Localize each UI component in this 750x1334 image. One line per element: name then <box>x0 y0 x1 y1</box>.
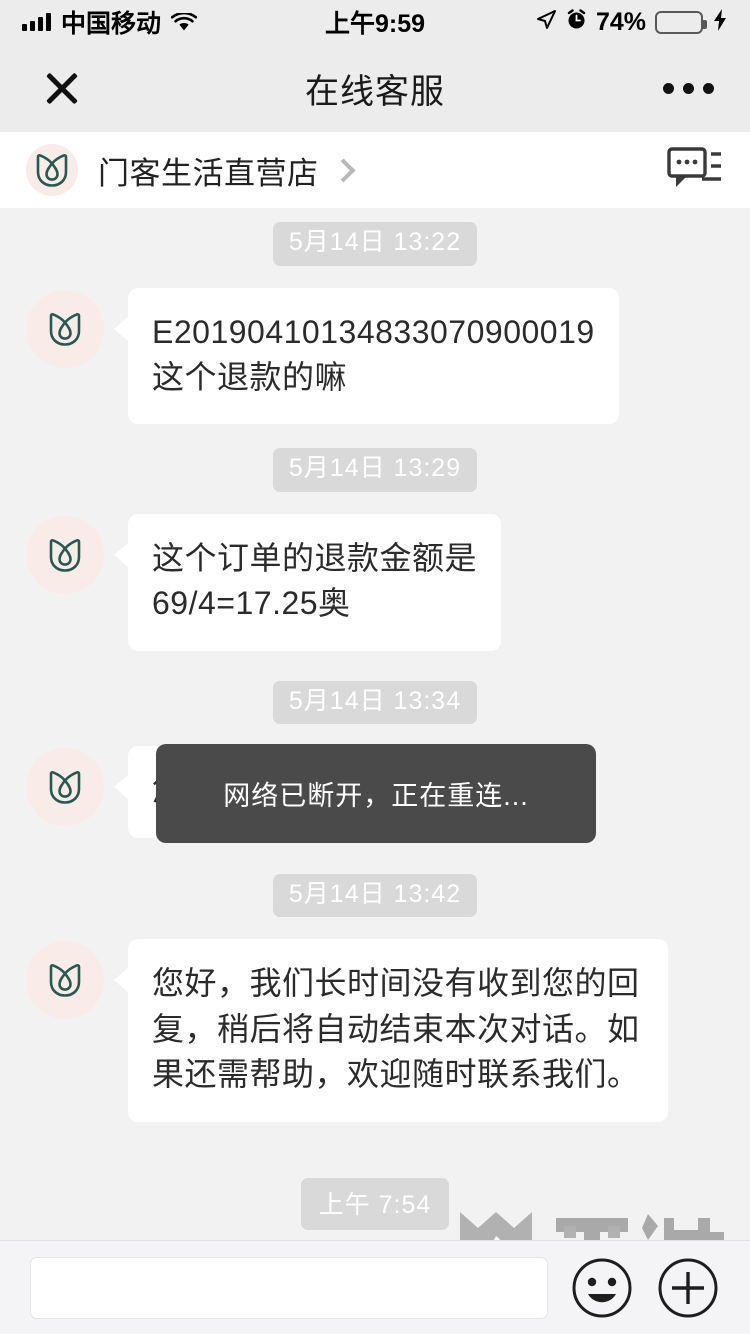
network-toast: 网络已断开，正在重连... <box>156 744 596 843</box>
message-line: 这个订单的退款金额是 <box>152 539 478 576</box>
timestamp-divider: 5月14日 13:42 <box>26 873 724 918</box>
chat-transcript-icon[interactable] <box>666 146 724 194</box>
timestamp-divider: 5月14日 13:29 <box>26 448 724 492</box>
timestamp-label: 5月14日 13:42 <box>272 873 478 918</box>
avatar <box>26 748 104 827</box>
message-row: E20190410134833070900019 这个退款的嘛 <box>26 287 724 425</box>
status-bar-center: 上午9:59 <box>325 4 425 40</box>
message-text: E20190410134833070900019 这个退款的嘛 <box>128 287 619 425</box>
shop-name-label: 门客生活直营店 <box>98 155 319 191</box>
timestamp-divider: 上午 7:54 <box>0 1178 750 1240</box>
message-line: 69/4=17.25奥 <box>152 585 351 622</box>
plus-circle-icon[interactable] <box>656 1256 720 1320</box>
timestamp-label: 5月14日 13:34 <box>272 680 478 725</box>
status-time: 上午9:59 <box>324 10 426 38</box>
status-bar-left: 中国移动 <box>22 4 325 40</box>
message-row: 这个订单的退款金额是 69/4=17.25奥 <box>26 513 724 651</box>
signal-bars-icon <box>22 13 51 31</box>
shop-logo-tulip-icon <box>26 144 78 196</box>
nav-bar: 在线客服 <box>0 44 750 132</box>
timestamp-label: 上午 7:54 <box>300 1178 450 1230</box>
carrier-label: 中国移动 <box>61 10 162 38</box>
message-row: 您好，我们长时间没有收到您的回复，稍后将自动结束本次对话。如果还需帮助，欢迎随时… <box>26 939 724 1122</box>
chat-message-list[interactable]: 5月14日 13:22 E20190410134833070900019 这个退… <box>0 208 750 1178</box>
timestamp-divider: 5月14日 13:34 <box>26 680 724 725</box>
message-line: E20190410134833070900019 <box>152 313 595 350</box>
avatar <box>26 941 104 1020</box>
status-bar-right: 74% <box>425 8 728 37</box>
avatar <box>26 515 104 594</box>
status-bar: 中国移动 上午9:59 74% <box>0 0 750 44</box>
lightning-bolt-icon <box>712 8 728 37</box>
message-text: 您好，我们长时间没有收到您的回复，稍后将自动结束本次对话。如果还需帮助，欢迎随时… <box>128 939 668 1122</box>
chevron-right-icon <box>330 157 356 183</box>
page-title: 在线客服 <box>305 72 445 111</box>
close-icon[interactable] <box>40 66 84 110</box>
smiley-face-icon[interactable] <box>570 1256 634 1320</box>
battery-percent-label: 74% <box>595 7 647 36</box>
avatar <box>26 289 104 368</box>
alarm-clock-icon <box>566 9 587 35</box>
timestamp-label: 5月14日 13:22 <box>272 222 478 266</box>
more-dots-icon[interactable] <box>663 82 714 94</box>
message-bubble[interactable]: 这个订单的退款金额是 69/4=17.25奥 <box>113 513 502 651</box>
message-input-bar <box>0 1240 750 1334</box>
message-bubble[interactable]: E20190410134833070900019 这个退款的嘛 <box>114 287 619 425</box>
location-arrow-icon <box>535 9 557 36</box>
message-text: 这个订单的退款金额是 69/4=17.25奥 <box>128 513 502 651</box>
shop-header[interactable]: 门客生活直营店 <box>0 132 750 208</box>
battery-icon <box>655 10 708 34</box>
message-input[interactable] <box>30 1256 548 1319</box>
timestamp-divider: 5月14日 13:22 <box>26 222 724 266</box>
message-bubble[interactable]: 您好，我们长时间没有收到您的回复，稍后将自动结束本次对话。如果还需帮助，欢迎随时… <box>114 939 668 1122</box>
app-root: 中国移动 上午9:59 74% 在线客服 门客生活直营店 5月14日 13:22… <box>0 0 750 1334</box>
message-line: 这个退款的嘛 <box>152 358 348 395</box>
wifi-icon <box>170 11 198 32</box>
timestamp-label: 5月14日 13:29 <box>272 448 478 492</box>
